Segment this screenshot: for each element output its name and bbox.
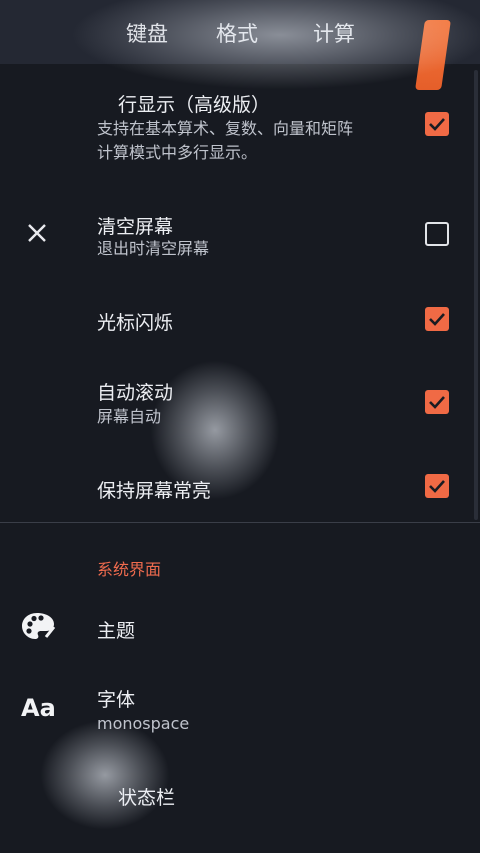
setting-cursor-blink[interactable]: 光标闪烁 [0,290,474,350]
checkbox-clear-screen[interactable] [425,222,449,246]
tab-format[interactable]: 格式 [216,18,258,48]
scrollbar[interactable] [474,70,478,520]
setting-keep-screen-on[interactable]: 保持屏幕常亮 [0,458,474,514]
setting-title: 自动滚动 [97,382,174,404]
palette-icon [20,611,56,647]
setting-subtitle: 支持在基本算术、复数、向量和矩阵 [97,119,354,138]
setting-title: 字体 [97,689,136,711]
setting-auto-scroll[interactable]: 自动滚动 屏幕自动 [0,370,474,440]
checkbox-keep-screen-on[interactable] [425,474,449,498]
checkbox-cursor-blink[interactable] [425,307,449,331]
section-divider [0,522,480,523]
checkbox-multiline-display[interactable] [425,112,449,136]
tab-calculation[interactable]: 计算 [313,18,355,48]
setting-subtitle: 计算模式中多行显示。 [97,143,258,162]
setting-font[interactable]: Aa 字体 monospace [0,680,474,740]
tab-keyboard[interactable]: 键盘 [126,18,168,48]
setting-multiline-display[interactable]: 行显示（高级版） 支持在基本算术、复数、向量和矩阵 计算模式中多行显示。 [0,82,474,174]
font-icon: Aa [21,694,56,722]
setting-subtitle: 屏幕自动 [97,407,162,426]
setting-clear-screen[interactable]: 清空屏幕 退出时清空屏幕 [0,200,474,270]
setting-title: 主题 [97,620,136,642]
setting-subtitle: monospace [97,714,190,733]
section-title-system-ui: 系统界面 [97,560,162,579]
setting-theme[interactable]: 主题 [0,600,474,656]
setting-title: 行显示（高级版） [118,94,271,116]
checkbox-auto-scroll[interactable] [425,390,449,414]
setting-title: 状态栏 [118,787,176,809]
setting-title: 清空屏幕 [97,216,174,238]
setting-subtitle: 退出时清空屏幕 [97,239,210,258]
setting-status-bar[interactable]: 状态栏 [0,770,474,826]
setting-title: 光标闪烁 [97,312,174,334]
setting-title: 保持屏幕常亮 [97,480,212,502]
close-icon[interactable] [26,222,48,248]
tab-bar: 键盘 格式 计算 [0,0,480,64]
